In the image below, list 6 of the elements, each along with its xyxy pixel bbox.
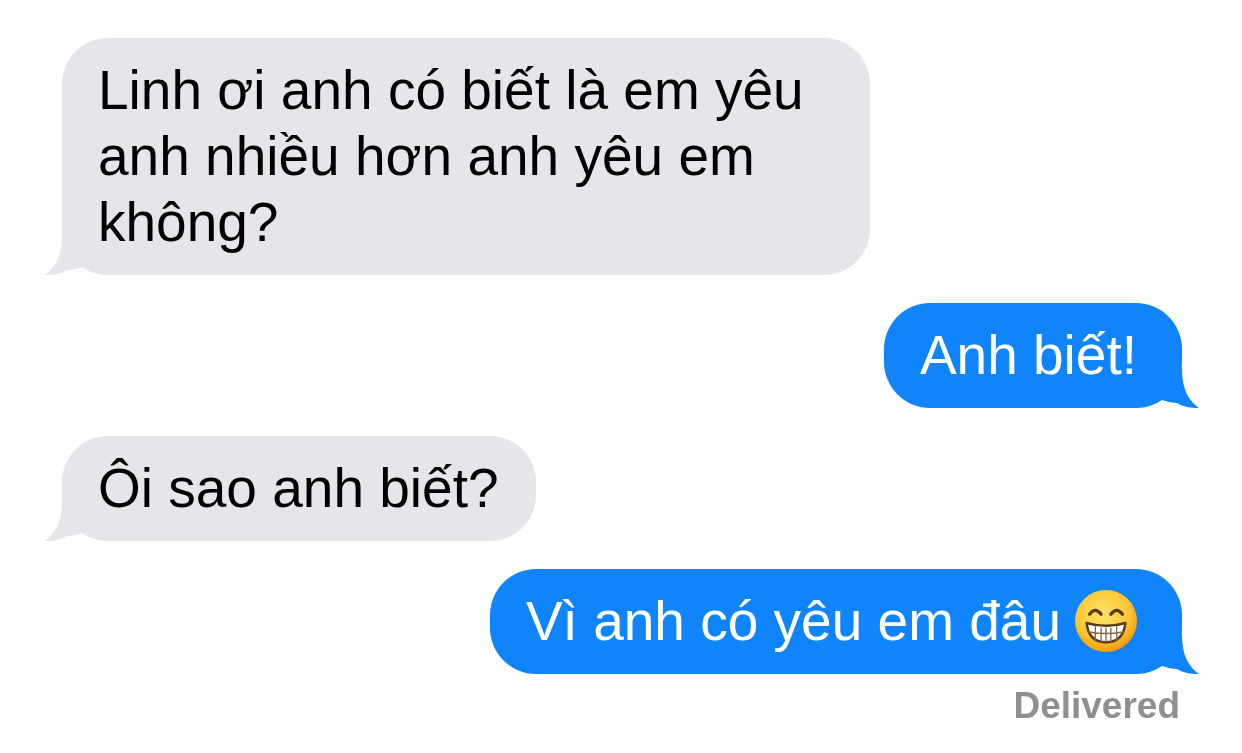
message-text: Vì anh có yêu em đâu bbox=[525, 589, 1061, 654]
message-text: Ôi sao anh biết? bbox=[98, 456, 499, 521]
message-text: Anh biết! bbox=[919, 323, 1137, 388]
grinning-face-icon bbox=[1075, 590, 1137, 652]
message-text: Linh ơi anh có biết là em yêu anh nhiều hơn anh yêu em không? bbox=[98, 58, 805, 255]
delivered-status: Delivered bbox=[1013, 685, 1180, 727]
